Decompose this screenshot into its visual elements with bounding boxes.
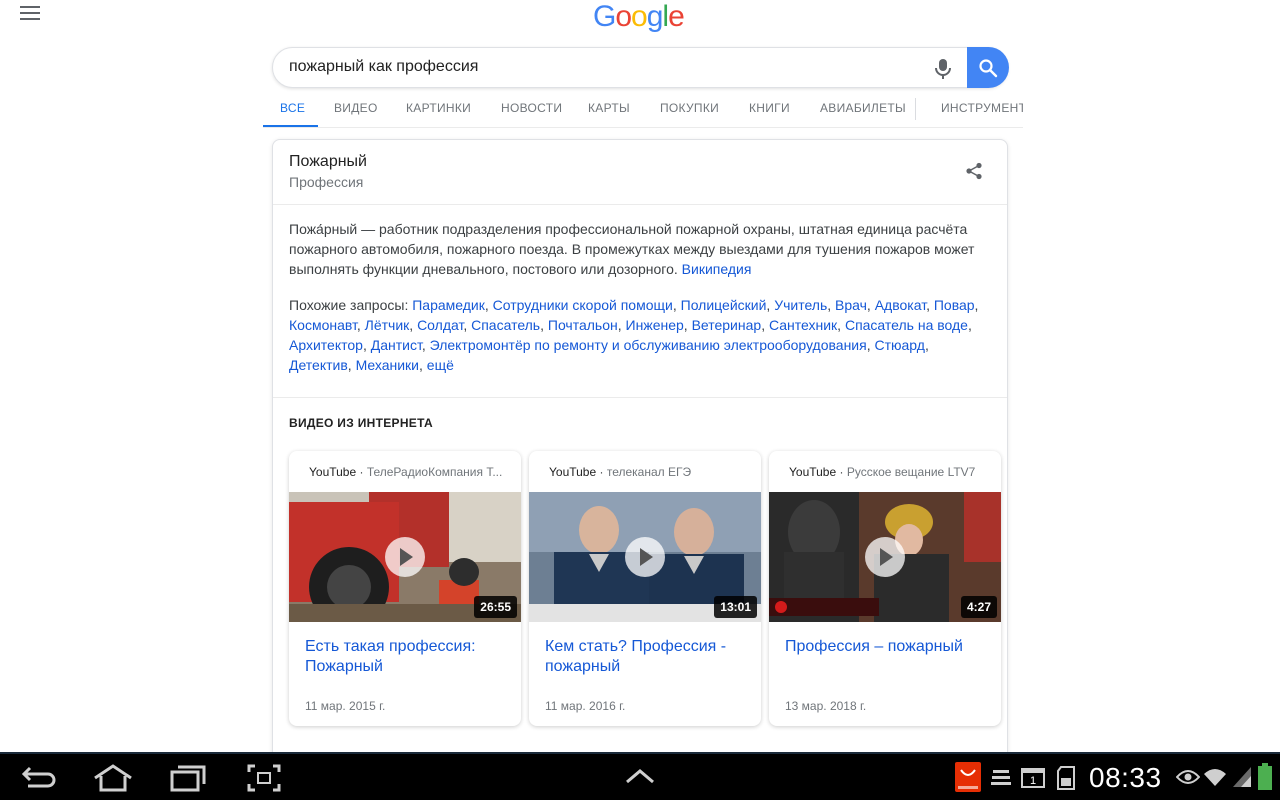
related-search-link[interactable]: Врач [835, 297, 867, 313]
related-search-link[interactable]: Адвокат [875, 297, 926, 313]
related-search-link[interactable]: Повар [934, 297, 975, 313]
related-search-link[interactable]: Стюард [875, 337, 925, 353]
search-input[interactable] [289, 58, 889, 76]
logo-letter: G [593, 0, 616, 33]
aliexpress-icon[interactable] [955, 762, 981, 797]
video-card[interactable]: YouTube · телеканал ЕГЭ 13:01 Кем стать?… [529, 451, 761, 726]
related-search-link[interactable]: Механики [356, 357, 419, 373]
video-title[interactable]: Кем стать? Профессия - пожарный [545, 637, 750, 677]
video-thumbnail[interactable]: 13:01 [529, 492, 761, 622]
system-navigation-bar: 1 08:33 [0, 752, 1280, 800]
related-search-link[interactable]: Сотрудники скорой помощи [493, 297, 673, 313]
related-search-link[interactable]: Ветеринар [692, 317, 762, 333]
tabs-divider [915, 98, 916, 120]
home-icon[interactable] [93, 764, 133, 797]
related-search-link[interactable]: Почтальон [548, 317, 618, 333]
tab-news[interactable]: НОВОСТИ [501, 101, 562, 115]
tab-images[interactable]: КАРТИНКИ [406, 101, 471, 115]
sd-card-icon[interactable] [1057, 766, 1075, 795]
video-source: YouTube · телеканал ЕГЭ [549, 465, 692, 479]
logo-letter: o [615, 0, 632, 33]
share-icon[interactable] [965, 162, 983, 180]
calendar-icon[interactable]: 1 [1021, 766, 1045, 793]
video-source: YouTube · ТелеРадиоКомпания Т... [309, 465, 503, 479]
related-search-link[interactable]: Инженер [626, 317, 684, 333]
google-logo[interactable]: Google [593, 0, 685, 34]
logo-letter: o [631, 0, 648, 33]
screen: { "logo": { "text": "Google", "letters":… [0, 0, 1280, 800]
signal-icon [1232, 766, 1252, 793]
video-thumbnail[interactable]: 4:27 [769, 492, 1001, 622]
related-search-link[interactable]: Солдат [417, 317, 463, 333]
video-title[interactable]: Профессия – пожарный [785, 637, 990, 657]
videos-header: ВИДЕО ИЗ ИНТЕРНЕТА [289, 416, 433, 430]
related-searches: Похожие запросы: Парамедик, Сотрудники с… [289, 297, 979, 373]
play-icon[interactable] [625, 537, 665, 577]
search-icon [979, 58, 998, 77]
related-search-link[interactable]: Учитель [774, 297, 827, 313]
video-card[interactable]: YouTube · Русское вещание LTV7 4:27 Проф… [769, 451, 1001, 726]
logo-letter: e [668, 0, 685, 33]
tab-tools[interactable]: ИНСТРУМЕНТЫ [941, 101, 1023, 115]
tab-books[interactable]: КНИГИ [749, 101, 790, 115]
notification-icon[interactable] [990, 768, 1012, 793]
up-chevron-icon[interactable] [625, 768, 655, 789]
recent-apps-icon[interactable] [170, 764, 206, 797]
battery-icon [1257, 763, 1273, 796]
related-search-link[interactable]: Архитектор [289, 337, 363, 353]
related-search-link[interactable]: Спасатель на воде [845, 317, 968, 333]
video-date: 11 мар. 2015 г. [305, 699, 386, 713]
tab-video[interactable]: ВИДЕО [334, 101, 378, 115]
related-search-link[interactable]: Космонавт [289, 317, 357, 333]
related-search-link[interactable]: Сантехник [769, 317, 837, 333]
related-search-link[interactable]: Лётчик [365, 317, 410, 333]
related-search-link[interactable]: Детектив [289, 357, 348, 373]
eye-icon [1175, 769, 1201, 790]
tab-all[interactable]: ВСЕ [280, 101, 305, 115]
video-date: 11 мар. 2016 г. [545, 699, 626, 713]
video-duration: 4:27 [960, 596, 997, 618]
notification-count: 1 [1030, 775, 1036, 787]
divider [273, 397, 1007, 398]
related-search-link[interactable]: Полицейский [681, 297, 767, 313]
tab-flights[interactable]: АВИАБИЛЕТЫ [820, 101, 906, 115]
video-thumbnail[interactable]: 26:55 [289, 492, 521, 622]
search-box [272, 47, 1009, 88]
tab-shopping[interactable]: ПОКУПКИ [660, 101, 719, 115]
panel-subtitle: Профессия [289, 174, 364, 190]
microphone-icon[interactable] [934, 58, 952, 80]
video-card[interactable]: YouTube · ТелеРадиоКомпания Т... 26:55 Е… [289, 451, 521, 726]
video-duration: 13:01 [714, 596, 757, 618]
video-duration: 26:55 [474, 596, 517, 618]
related-search-link[interactable]: Спасатель [471, 317, 540, 333]
panel-description: Пожа́рный — работник подразделения профе… [289, 219, 989, 279]
menu-icon[interactable] [20, 6, 40, 22]
play-icon[interactable] [385, 537, 425, 577]
search-button[interactable] [967, 47, 1009, 88]
related-search-link[interactable]: Парамедик [412, 297, 485, 313]
knowledge-panel: Пожарный Профессия Пожа́рный — работник … [272, 139, 1008, 779]
related-search-link[interactable]: Дантист [371, 337, 422, 353]
video-source: YouTube · Русское вещание LTV7 [789, 465, 976, 479]
video-title[interactable]: Есть такая профессия: Пожарный [305, 637, 510, 677]
related-label: Похожие запросы: [289, 297, 409, 313]
panel-title: Пожарный [289, 153, 367, 170]
screenshot-icon[interactable] [247, 764, 281, 797]
active-tab-indicator [263, 125, 318, 127]
clock: 08:33 [1089, 762, 1162, 793]
logo-letter: g [646, 0, 664, 33]
search-tabs: ВСЕ ВИДЕО КАРТИНКИ НОВОСТИ КАРТЫ ПОКУПКИ… [263, 92, 1023, 128]
divider [273, 204, 1007, 205]
related-search-link[interactable]: Электромонтёр по ремонту и обслуживанию … [430, 337, 867, 353]
back-icon[interactable] [21, 764, 56, 797]
description-text: Пожа́рный — работник подразделения профе… [289, 221, 975, 277]
tab-maps[interactable]: КАРТЫ [588, 101, 630, 115]
play-icon[interactable] [865, 537, 905, 577]
wifi-icon [1203, 766, 1227, 793]
related-search-link[interactable]: ещё [427, 357, 454, 373]
wikipedia-link[interactable]: Википедия [682, 261, 752, 277]
video-date: 13 мар. 2018 г. [785, 699, 867, 713]
